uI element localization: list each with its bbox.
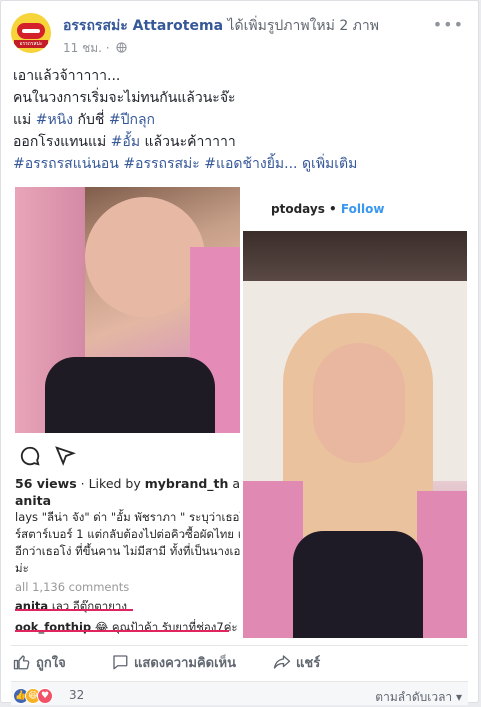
comment-bubble-icon [113, 655, 128, 670]
underline-mark [15, 609, 133, 611]
post-text-line: เอาแล้วจ้าาาาา... [13, 68, 121, 84]
comment-sort-dropdown[interactable]: ตามลำดับเวลา ▾ [375, 688, 462, 707]
like-label: ถูกใจ [36, 656, 66, 671]
ig-account: ptodays [271, 202, 325, 216]
face-shape [313, 343, 405, 463]
ig-likes-line: 56 views · Liked by mybrand_th and [15, 475, 240, 492]
ig-all-comments: all 1,136 comments [15, 580, 130, 594]
hashtag-link[interactable]: #อรรถรสแน่นอน [13, 156, 119, 172]
comment-label: แสดงความคิดเห็น [134, 656, 237, 671]
post-card: อรรถรสม่ะ อรรถรสม่ะ Attarotema ได้เพิ่มร… [0, 0, 479, 705]
comment-button[interactable]: แสดงความคิดเห็น [111, 652, 236, 673]
reaction-summary: 👍 😆 ♥ 32 ตามลำดับเวลา ▾ [11, 681, 468, 705]
video-frame-left [15, 187, 240, 433]
post-text-line: ออกโรงแทนแม่ #อั้ม แล้วนะค้าาาาา [13, 131, 466, 153]
jacket-shape [417, 491, 467, 638]
share-arrow-icon [273, 655, 291, 669]
top-shape [293, 531, 423, 638]
lips-teeth [22, 29, 40, 33]
underline-mark [15, 630, 229, 632]
dot-separator: · [105, 41, 110, 55]
text-segment: แล้วนะค้าาาาา [144, 134, 236, 150]
face-shape [85, 197, 205, 317]
photo-left[interactable]: 56 views · Liked by mybrand_th and anita… [15, 187, 240, 638]
text-segment: ออกโรงแทนแม่ [13, 134, 107, 150]
post-text-line: #อรรถรสแน่นอน #อรรถรสม่ะ #แอดช้างยิ้ม...… [13, 153, 466, 175]
ig-liked-prefix: · Liked by [80, 476, 141, 491]
video-frame-right [243, 231, 467, 638]
text-segment: กับชี่ [77, 112, 105, 128]
ig-caption-line: ม่ะ [15, 561, 29, 575]
post-text-line: แม่ #หนิง กับชี่ #ปีกลุก [13, 109, 466, 131]
ig-caption-line: lays "ลีน่า จัง" ด่า "อั้ม พัชราภา " ระบ… [15, 510, 240, 524]
more-dots-icon[interactable]: ••• [433, 15, 464, 34]
text-segment: แม่ [13, 112, 32, 128]
ig-liked-user2: anita [15, 493, 52, 508]
post-time[interactable]: 11 ชม. [63, 41, 102, 55]
share-button[interactable]: แชร์ [273, 652, 320, 673]
hashtag-link[interactable]: #อรรถรสม่ะ [123, 156, 199, 172]
ig-account-line: ptodays • Follow [271, 202, 384, 216]
photo-right[interactable]: ptodays • Follow [243, 187, 467, 638]
hashtag-link[interactable]: #อั้ม [111, 134, 140, 150]
post-meta: 11 ชม. · [63, 39, 128, 58]
post-text-line: คนในวงการเริ่มจะไม่ทนกันแล้วนะจ๊ะ [13, 90, 236, 106]
share-icon [55, 446, 77, 466]
ig-caption-line: อีกว่าเธอโง่ ที่ขึ้นคาน ไม่มีสามี ทั้งที… [15, 544, 240, 558]
ig-caption: 56 views · Liked by mybrand_th and anita… [15, 475, 240, 636]
ig-liked-suffix: and [232, 476, 240, 491]
post-text: เอาแล้วจ้าาาาา... คนในวงการเริ่มจะไม่ทนก… [13, 65, 466, 175]
page-avatar[interactable]: อรรถรสม่ะ [11, 13, 51, 53]
ig-liked-user: mybrand_th [144, 476, 229, 491]
author-action: ได้เพิ่มรูปภาพใหม่ 2 ภาพ [227, 18, 380, 34]
author-line: อรรถรสม่ะ Attarotema ได้เพิ่มรูปภาพใหม่ … [63, 15, 379, 37]
hashtag-link[interactable]: #แอดช้างยิ้ม [204, 156, 284, 172]
reaction-count[interactable]: 32 [69, 688, 84, 702]
top-shape [45, 357, 215, 433]
post-header: อรรถรสม่ะ อรรถรสม่ะ Attarotema ได้เพิ่มร… [11, 13, 468, 59]
ig-dot: • [329, 202, 337, 216]
ig-comment: anita เลว อีตุ๊กตายาง [15, 598, 240, 615]
author-name[interactable]: อรรถรสม่ะ Attarotema [63, 18, 223, 34]
ig-comment: ook_fonthip 😂 คุณป้าค้า รับยาที่ช่อง7ค่ะ [15, 619, 240, 636]
ig-post-header: ptodays • Follow [243, 187, 467, 231]
hashtag-link[interactable]: #หนิง [36, 112, 73, 128]
ig-follow: Follow [340, 202, 385, 216]
like-button[interactable]: ถูกใจ [13, 652, 66, 673]
post-actions: ถูกใจ แสดงความคิดเห็น แชร์ [11, 645, 468, 676]
photo-grid: 56 views · Liked by mybrand_th and anita… [15, 187, 467, 638]
ig-caption-line: ร์สตาร์เบอร์ 1 แต่กลับต้องไปต่อคิวซื้อผั… [15, 527, 240, 541]
ig-action-icons [19, 445, 77, 471]
hashtag-link[interactable]: #ปีกลุก [109, 112, 155, 128]
love-reaction-icon: ♥ [37, 688, 53, 704]
avatar-badge: อรรถรสม่ะ [14, 40, 48, 48]
globe-icon[interactable] [116, 42, 128, 53]
share-label: แชร์ [296, 656, 321, 671]
see-more-link[interactable]: ... ดูเพิ่มเติม [284, 156, 357, 172]
ig-views: 56 views [15, 476, 77, 491]
comment-icon [20, 446, 40, 466]
thumbs-up-icon [13, 655, 30, 670]
